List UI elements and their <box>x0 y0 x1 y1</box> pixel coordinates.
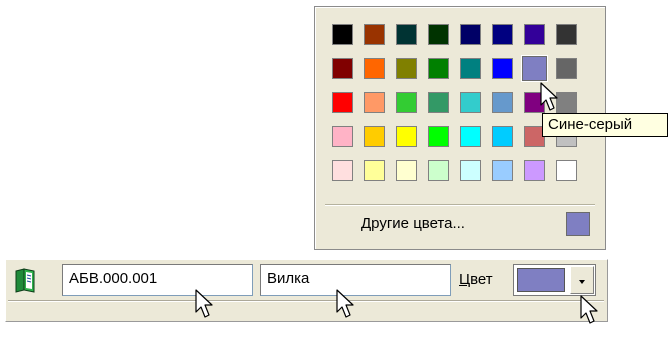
mouse-pointer-icon <box>540 82 558 111</box>
color-swatch-cell[interactable] <box>457 53 489 87</box>
color-swatch[interactable] <box>556 160 577 181</box>
color-swatch[interactable] <box>556 58 577 79</box>
color-swatch[interactable] <box>332 126 353 147</box>
more-colors-button[interactable]: Другие цвета... <box>361 215 465 232</box>
color-swatch-cell[interactable] <box>425 87 457 121</box>
color-swatch-cell[interactable] <box>393 53 425 87</box>
selected-color-swatch[interactable] <box>517 268 565 292</box>
color-swatch[interactable] <box>364 160 385 181</box>
color-swatch-cell[interactable] <box>489 121 521 155</box>
more-colors-swatch[interactable] <box>566 212 590 236</box>
color-swatch[interactable] <box>460 160 481 181</box>
color-swatch-cell[interactable] <box>361 53 393 87</box>
properties-toolbar: АБВ.000.001 Вилка Цвет <box>0 259 610 327</box>
palette-separator <box>325 204 595 206</box>
mouse-pointer-icon <box>195 289 213 318</box>
color-swatch[interactable] <box>460 24 481 45</box>
color-swatch[interactable] <box>396 126 417 147</box>
color-swatch-cell[interactable] <box>425 155 457 189</box>
color-swatch[interactable] <box>428 24 449 45</box>
color-swatch-cell[interactable] <box>361 19 393 53</box>
color-swatch-cell[interactable] <box>329 121 361 155</box>
color-swatch-cell[interactable] <box>361 87 393 121</box>
toolbar-separator <box>8 300 604 302</box>
color-swatch-cell[interactable] <box>521 155 553 189</box>
color-label: Цвет <box>459 271 493 288</box>
color-swatch[interactable] <box>428 160 449 181</box>
book-icon[interactable] <box>14 267 36 293</box>
color-swatch[interactable] <box>460 126 481 147</box>
color-swatch-cell[interactable] <box>489 87 521 121</box>
color-swatch-cell[interactable] <box>457 155 489 189</box>
color-swatch-cell[interactable] <box>329 155 361 189</box>
color-swatch[interactable] <box>396 160 417 181</box>
color-swatch-cell[interactable] <box>489 19 521 53</box>
color-swatch-cell[interactable] <box>489 155 521 189</box>
color-swatch[interactable] <box>332 160 353 181</box>
color-swatch-cell[interactable] <box>457 87 489 121</box>
color-swatch[interactable] <box>332 92 353 113</box>
color-swatch[interactable] <box>332 58 353 79</box>
color-swatch-cell[interactable] <box>393 121 425 155</box>
color-picker[interactable] <box>513 264 596 296</box>
color-swatch-cell[interactable] <box>425 53 457 87</box>
color-swatch-cell[interactable] <box>393 19 425 53</box>
color-swatch[interactable] <box>492 92 513 113</box>
color-swatch-cell[interactable] <box>393 155 425 189</box>
color-swatch-cell[interactable] <box>361 121 393 155</box>
color-swatch-cell[interactable] <box>553 155 585 189</box>
color-swatch[interactable] <box>396 92 417 113</box>
color-swatch[interactable] <box>396 24 417 45</box>
color-label-text: вет <box>470 271 493 288</box>
mouse-pointer-icon <box>580 295 598 324</box>
color-dropdown-button[interactable] <box>570 266 594 294</box>
color-swatch[interactable] <box>396 58 417 79</box>
color-label-hotkey: Ц <box>459 271 471 288</box>
color-swatch-cell[interactable] <box>329 19 361 53</box>
color-swatch[interactable] <box>428 92 449 113</box>
color-swatch-cell[interactable] <box>425 121 457 155</box>
color-swatch[interactable] <box>428 126 449 147</box>
color-swatch[interactable] <box>556 24 577 45</box>
color-swatch-cell[interactable] <box>361 155 393 189</box>
color-swatch-cell[interactable] <box>489 53 521 87</box>
color-tooltip: Сине-серый <box>542 113 668 137</box>
color-swatch[interactable] <box>364 24 385 45</box>
color-swatch[interactable] <box>492 58 513 79</box>
chevron-down-icon <box>579 280 585 284</box>
color-swatch-cell[interactable] <box>553 19 585 53</box>
color-swatch[interactable] <box>332 24 353 45</box>
mouse-pointer-icon <box>336 289 354 318</box>
color-swatch[interactable] <box>524 160 545 181</box>
color-swatch[interactable] <box>492 24 513 45</box>
color-swatch[interactable] <box>460 58 481 79</box>
color-swatch-cell[interactable] <box>393 87 425 121</box>
color-swatch[interactable] <box>521 55 548 82</box>
color-swatch[interactable] <box>364 126 385 147</box>
color-swatch-cell[interactable] <box>425 19 457 53</box>
color-swatch-cell[interactable] <box>457 121 489 155</box>
color-swatch[interactable] <box>428 58 449 79</box>
color-swatch-cell[interactable] <box>457 19 489 53</box>
color-swatch[interactable] <box>524 24 545 45</box>
color-swatch-cell[interactable] <box>329 87 361 121</box>
color-swatch[interactable] <box>460 92 481 113</box>
color-swatch-cell[interactable] <box>521 19 553 53</box>
designation-field[interactable]: АБВ.000.001 <box>62 264 253 296</box>
color-swatch[interactable] <box>492 126 513 147</box>
color-swatch[interactable] <box>492 160 513 181</box>
color-swatch-cell[interactable] <box>329 53 361 87</box>
color-swatch[interactable] <box>364 58 385 79</box>
color-swatch[interactable] <box>364 92 385 113</box>
